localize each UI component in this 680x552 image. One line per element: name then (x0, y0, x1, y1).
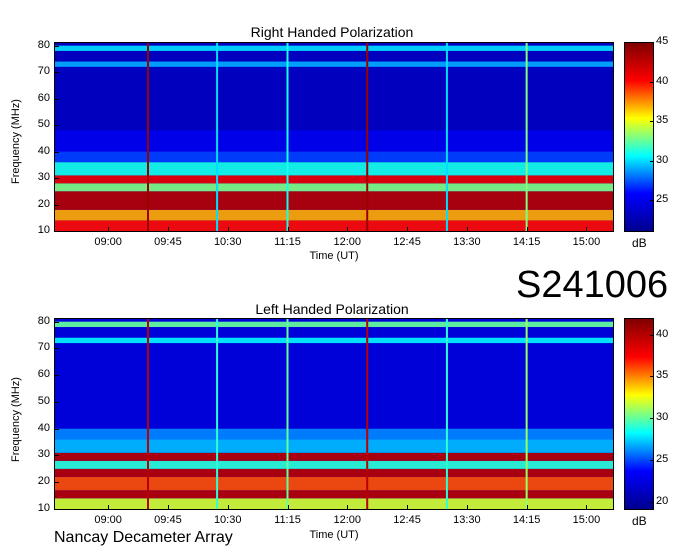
y-tick (54, 321, 59, 323)
y-tick (54, 348, 59, 350)
frequency-band (55, 439, 613, 453)
x-tick (347, 505, 349, 510)
lh-y-axis-title: Frequency (MHz) (10, 377, 22, 462)
x-tick (586, 505, 588, 510)
y-tick-label: 60 (37, 368, 50, 381)
y-tick (54, 375, 59, 377)
x-tick-label: 09:00 (94, 514, 122, 526)
frequency-band (55, 337, 613, 344)
lh-panel: Left Handed Polarization 10 20 30 40 50 60 70 8… (0, 0, 680, 552)
x-tick-label: 12:00 (333, 514, 362, 526)
y-tick-label: 40 (37, 421, 50, 434)
frequency-band (55, 468, 613, 477)
y-tick (54, 428, 59, 430)
lh-colorbar (624, 318, 654, 510)
frequency-band (55, 498, 613, 509)
colorbar-tick-label: 35 (656, 369, 669, 382)
frequency-band (55, 321, 613, 328)
y-tick-label: 30 (37, 448, 50, 461)
colorbar-tick (650, 418, 654, 420)
lh-spectrogram-svg (55, 319, 613, 509)
colorbar-tick-label: 25 (656, 452, 669, 465)
colorbar-tick (650, 376, 654, 378)
colorbar-tick (650, 459, 654, 461)
x-tick (287, 505, 289, 510)
vertical-event (286, 319, 289, 509)
x-tick-label: 12:45 (393, 514, 421, 526)
lh-spectrogram (54, 318, 614, 510)
y-tick (54, 401, 59, 403)
x-tick-label: 10:30 (213, 514, 242, 526)
y-tick (54, 482, 59, 484)
y-tick-label: 10 (37, 502, 50, 514)
lh-colorbar-unit: dB (632, 514, 647, 528)
y-tick (54, 509, 59, 510)
colorbar-tick-label: 30 (656, 411, 669, 424)
x-tick-label: 11:15 (274, 514, 301, 526)
x-tick (167, 505, 169, 510)
colorbar-tick-label: 40 (656, 327, 669, 340)
colorbar-tick (650, 501, 654, 503)
y-tick (54, 455, 59, 457)
lh-title: Left Handed Polarization (255, 301, 409, 317)
frequency-band (55, 476, 613, 491)
y-tick-label: 20 (37, 475, 50, 488)
vertical-event (366, 319, 369, 509)
x-tick-label: 09:45 (154, 514, 182, 526)
frequency-band (55, 452, 613, 461)
colorbar-tick (650, 334, 654, 336)
vertical-event (147, 319, 149, 509)
vertical-event (216, 319, 219, 509)
y-tick-label: 80 (37, 314, 50, 327)
frequency-band (55, 490, 613, 499)
lh-x-axis-title: Time (UT) (309, 529, 359, 541)
x-tick-label: 15:00 (572, 514, 601, 526)
x-tick (526, 505, 528, 510)
x-tick (227, 505, 229, 510)
x-tick-label: 14:15 (512, 514, 541, 526)
vertical-event (445, 319, 448, 509)
x-tick (407, 505, 409, 510)
x-tick (108, 505, 110, 510)
y-tick-label: 70 (37, 341, 50, 354)
y-tick-label: 50 (37, 394, 50, 407)
colorbar-tick-label: 20 (656, 494, 669, 507)
instrument-name: Nancay Decameter Array (54, 529, 233, 546)
frequency-band (55, 428, 613, 440)
frequency-band (55, 460, 613, 469)
x-tick (466, 505, 468, 510)
vertical-event (525, 319, 528, 509)
x-tick-label: 13:30 (453, 514, 481, 526)
